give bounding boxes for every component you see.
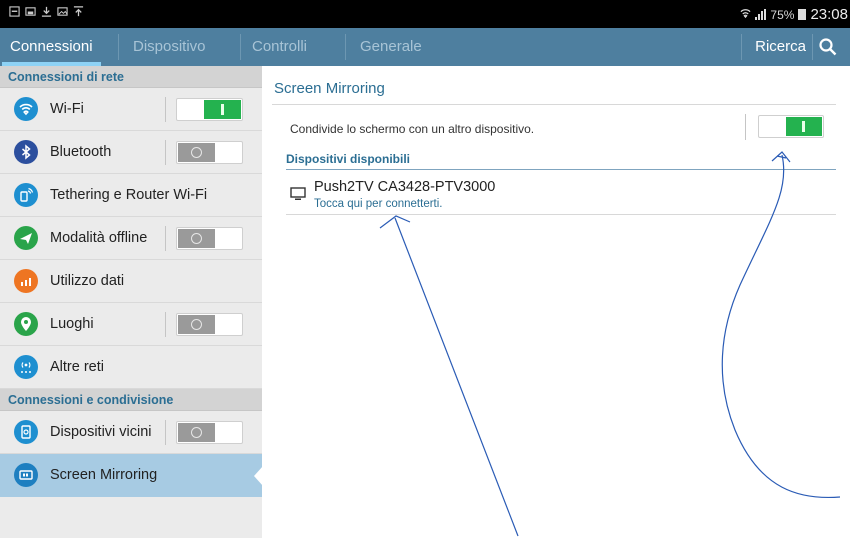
tab-separator [118, 34, 119, 60]
section-header-sharing: Connessioni e condivisione [0, 389, 262, 411]
sidebar-item-label: Dispositivi vicini [50, 424, 152, 440]
nearby-devices-toggle[interactable] [176, 421, 243, 444]
tab-dispositivo[interactable]: Dispositivo [133, 28, 206, 66]
sidebar-item-wifi[interactable]: Wi-Fi [0, 88, 262, 131]
sidebar-item-more-networks[interactable]: Altre reti [0, 346, 262, 389]
screen-mirroring-panel: Screen Mirroring Condivide lo schermo co… [262, 66, 850, 538]
page-title: Screen Mirroring [274, 80, 385, 97]
device-connect-hint: Tocca qui per connetterti. [314, 198, 443, 210]
screen-mirroring-icon [14, 463, 38, 487]
section-header-network: Connessioni di rete [0, 66, 262, 88]
divider [165, 226, 166, 251]
divider [165, 420, 166, 445]
tab-separator [345, 34, 346, 60]
sidebar-item-label: Altre reti [50, 359, 104, 375]
status-bar-system: 75% 23:08 [740, 6, 848, 23]
sidebar-item-tethering[interactable]: Tethering e Router Wi-Fi [0, 174, 262, 217]
sidebar-item-data-usage[interactable]: Utilizzo dati [0, 260, 262, 303]
data-usage-icon [14, 269, 38, 293]
wifi-toggle[interactable] [176, 98, 243, 121]
sidebar-item-label: Wi-Fi [50, 101, 84, 117]
device-name: Push2TV CA3428-PTV3000 [314, 179, 496, 195]
sidebar-item-label: Modalità offline [50, 230, 148, 246]
screenshot-icon [24, 6, 36, 18]
sidebar-item-label: Utilizzo dati [50, 273, 125, 289]
screen-mirroring-toggle[interactable] [758, 115, 824, 138]
divider [165, 312, 166, 337]
available-devices-header: Dispositivi disponibili [286, 150, 836, 170]
bluetooth-toggle[interactable] [176, 141, 243, 164]
sidebar-item-label: Tethering e Router Wi-Fi [50, 187, 208, 203]
tab-separator [812, 34, 813, 60]
device-list-item[interactable]: Push2TV CA3428-PTV3000 Tocca qui per con… [286, 171, 836, 215]
status-bar-notifications [8, 6, 84, 18]
sidebar-item-locations[interactable]: Luoghi [0, 303, 262, 346]
nearby-devices-icon [14, 420, 38, 444]
sidebar-item-bluetooth[interactable]: Bluetooth [0, 131, 262, 174]
wifi-status-icon [740, 8, 751, 22]
clock: 23:08 [810, 6, 848, 23]
tab-connessioni[interactable]: Connessioni [2, 28, 101, 66]
bluetooth-icon [14, 140, 38, 164]
title-divider [272, 104, 836, 105]
sidebar-item-nearby-devices[interactable]: Dispositivi vicini [0, 411, 262, 454]
status-bar: 75% 23:08 [0, 0, 850, 28]
tab-controlli[interactable]: Controlli [252, 28, 307, 66]
airplane-icon [14, 226, 38, 250]
wifi-icon [14, 97, 38, 121]
battery-icon [798, 9, 807, 20]
notification-icon [8, 6, 20, 18]
share-screen-row[interactable]: Condivide lo schermo con un altro dispos… [290, 114, 836, 144]
tab-separator [741, 34, 742, 60]
offline-mode-toggle[interactable] [176, 227, 243, 250]
tab-bar: Connessioni Dispositivo Controlli Genera… [0, 28, 850, 66]
sidebar-item-label: Screen Mirroring [50, 467, 158, 483]
tethering-icon [14, 183, 38, 207]
gallery-icon [56, 6, 68, 18]
tab-separator [240, 34, 241, 60]
divider [165, 140, 166, 165]
search-icon[interactable] [818, 37, 838, 57]
search-button[interactable]: Ricerca [755, 28, 806, 66]
sidebar-item-label: Bluetooth [50, 144, 112, 160]
divider [165, 97, 166, 122]
monitor-icon [290, 187, 306, 200]
tab-generale[interactable]: Generale [360, 28, 422, 66]
location-icon [14, 312, 38, 336]
download-icon [40, 6, 52, 18]
sidebar-item-offline-mode[interactable]: Modalità offline [0, 217, 262, 260]
battery-percent: 75% [770, 7, 795, 22]
upload-icon [72, 6, 84, 18]
more-networks-icon [14, 355, 38, 379]
share-screen-description: Condivide lo schermo con un altro dispos… [290, 122, 535, 136]
sidebar-item-screen-mirroring[interactable]: Screen Mirroring [0, 454, 263, 497]
locations-toggle[interactable] [176, 313, 243, 336]
divider [745, 114, 746, 140]
settings-sidebar: Connessioni di rete Wi-Fi Bluetooth Teth… [0, 66, 263, 538]
signal-icon [755, 9, 767, 20]
sidebar-item-label: Luoghi [50, 316, 94, 332]
